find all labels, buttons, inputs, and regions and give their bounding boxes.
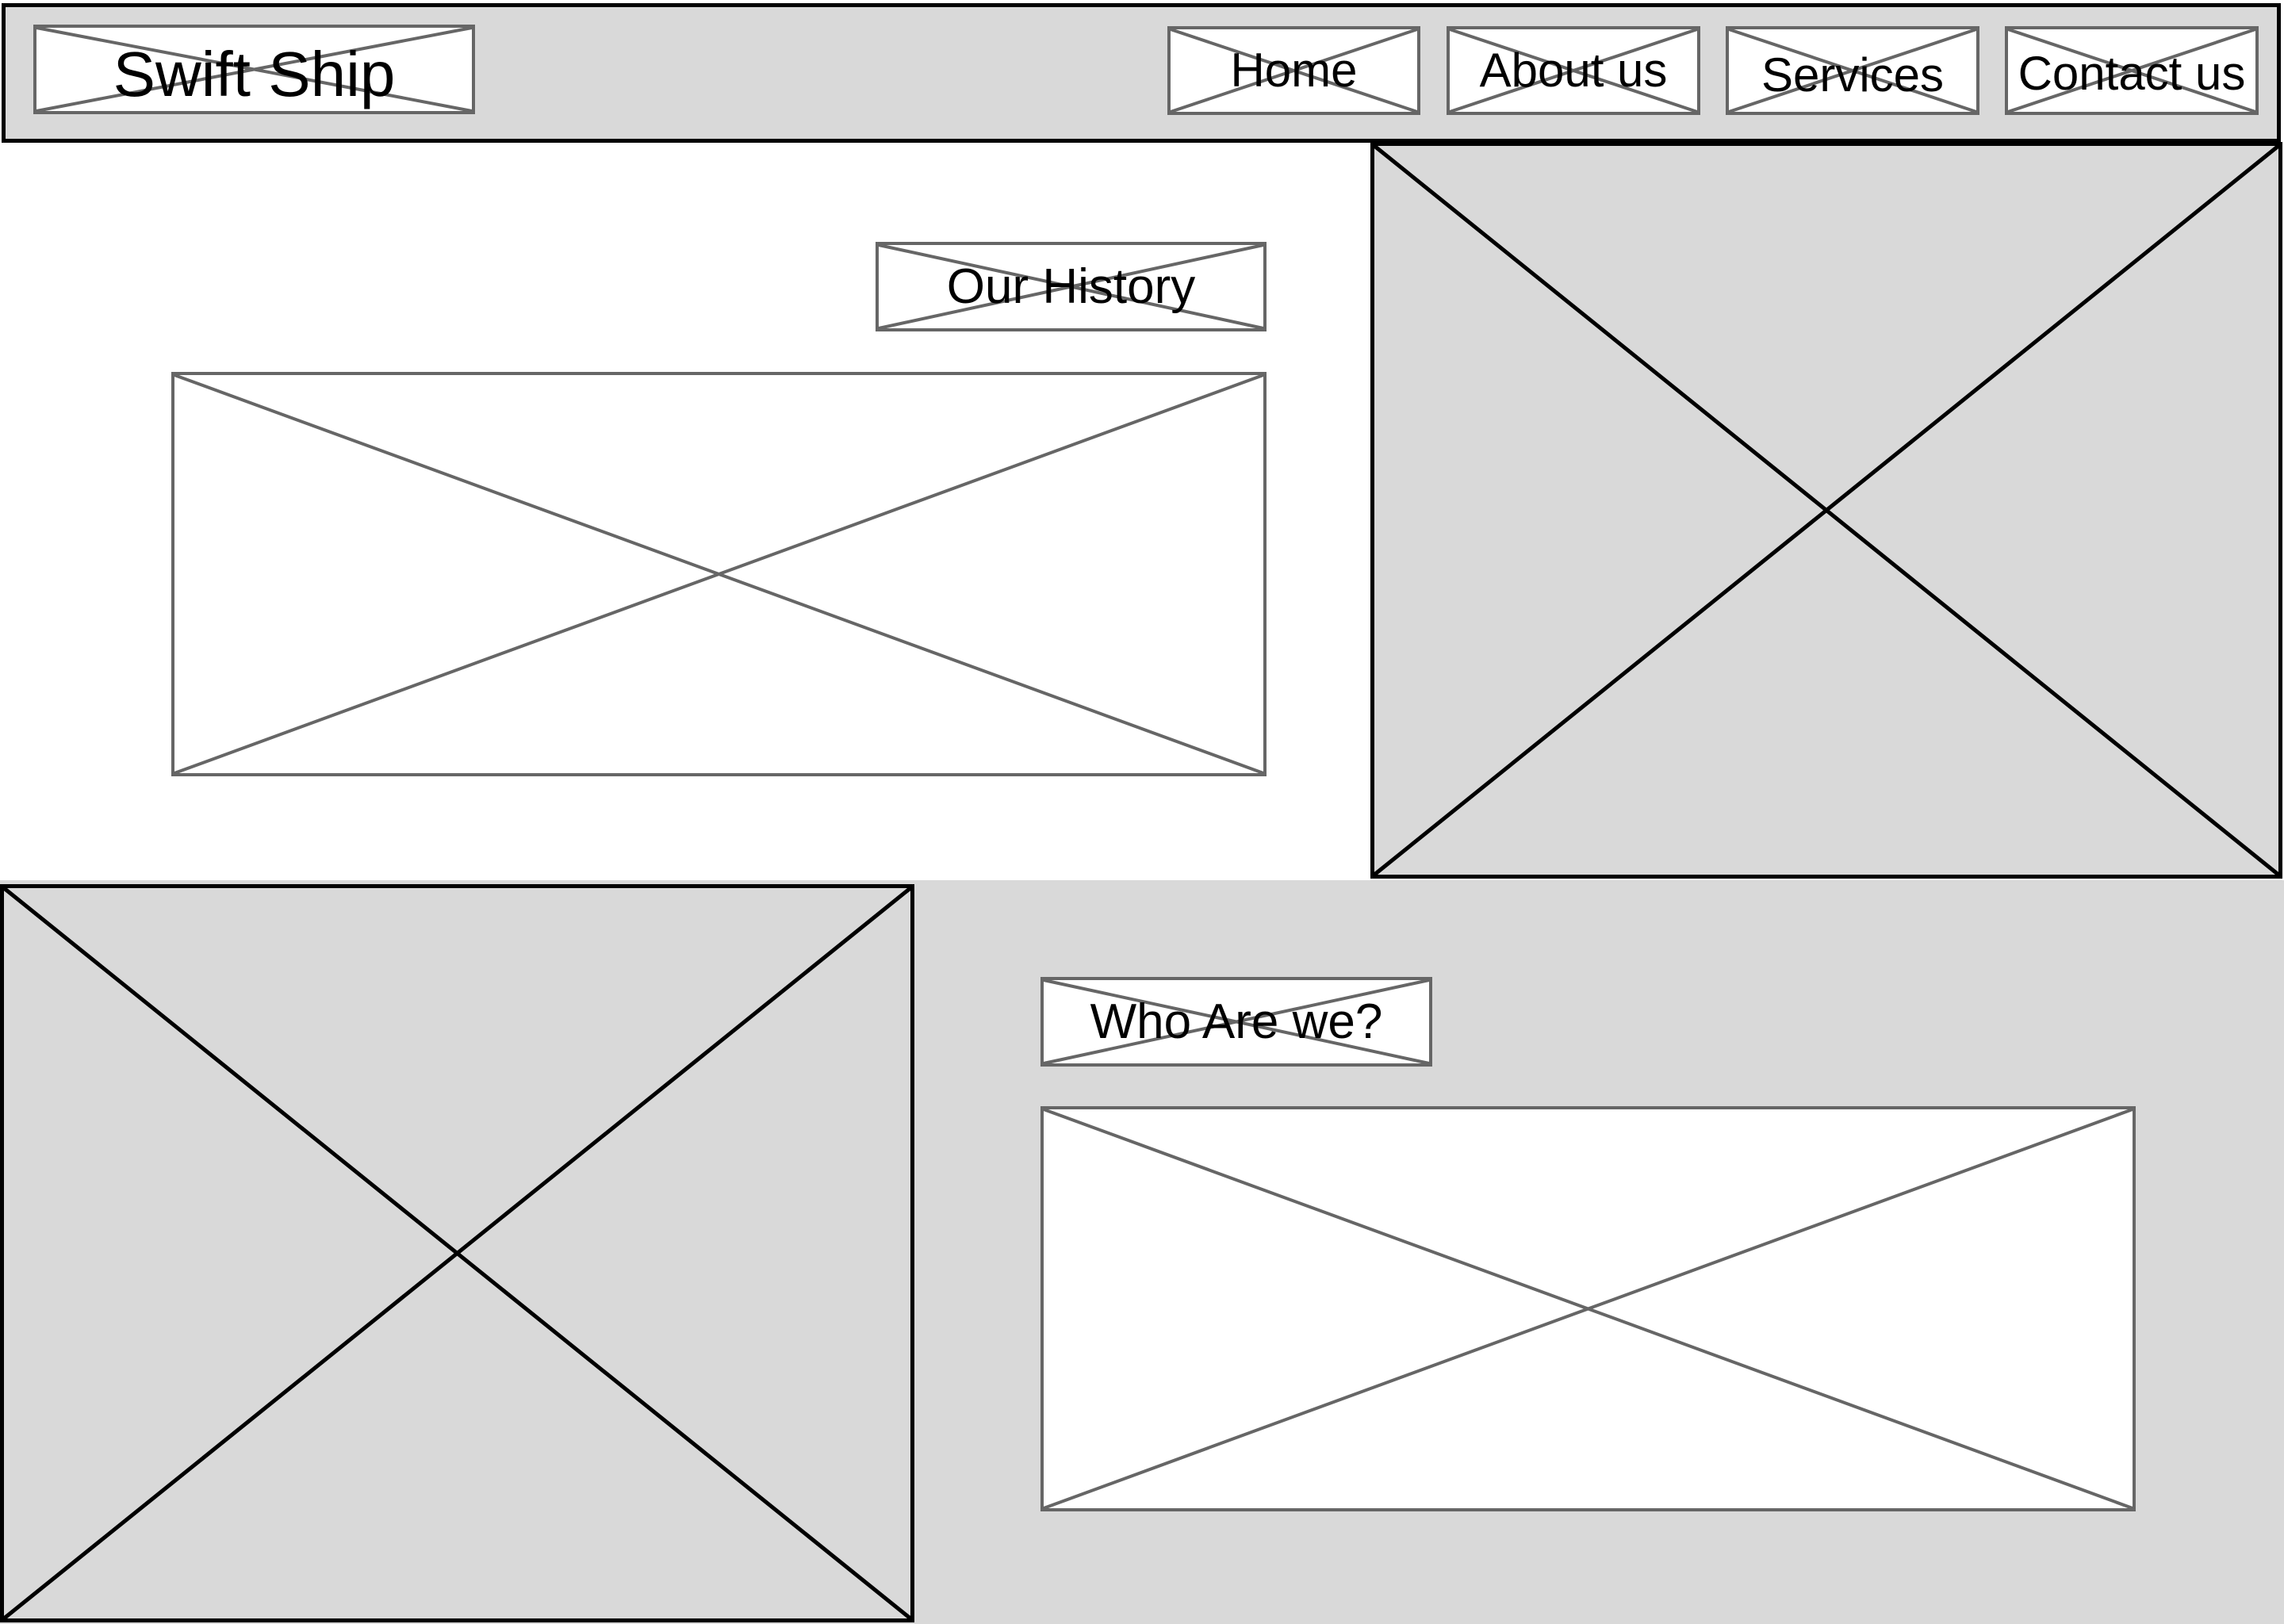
history-text-cross-icon <box>174 373 1264 775</box>
history-heading-placeholder: Our History <box>876 242 1267 331</box>
nav-services-label: Services <box>1761 48 1945 102</box>
about-heading: Who Are we? <box>1090 994 1383 1049</box>
nav-about-button[interactable]: About us <box>1447 26 1700 115</box>
nav-home-label: Home <box>1230 44 1358 97</box>
about-image-cross-icon <box>2 887 912 1620</box>
logo-text: Swift Ship <box>113 38 396 109</box>
wireframe-page: Swift Ship Home About us Services Contac… <box>0 0 2284 1624</box>
nav-home-button[interactable]: Home <box>1167 26 1420 115</box>
nav-contact-button[interactable]: Contact us <box>2005 26 2259 115</box>
logo-placeholder[interactable]: Swift Ship <box>33 25 475 114</box>
history-heading: Our History <box>946 259 1196 314</box>
about-text-placeholder <box>1040 1106 2136 1511</box>
nav-services-button[interactable]: Services <box>1726 26 1979 115</box>
history-text-placeholder <box>171 372 1267 776</box>
about-text-cross-icon <box>1043 1108 2133 1510</box>
history-image-placeholder <box>1370 142 2282 879</box>
nav-contact-label: Contact us <box>2018 47 2246 100</box>
about-heading-placeholder: Who Are we? <box>1040 977 1432 1067</box>
about-image-placeholder <box>0 884 914 1622</box>
history-image-cross-icon <box>1373 144 2280 876</box>
nav-about-label: About us <box>1479 44 1668 97</box>
